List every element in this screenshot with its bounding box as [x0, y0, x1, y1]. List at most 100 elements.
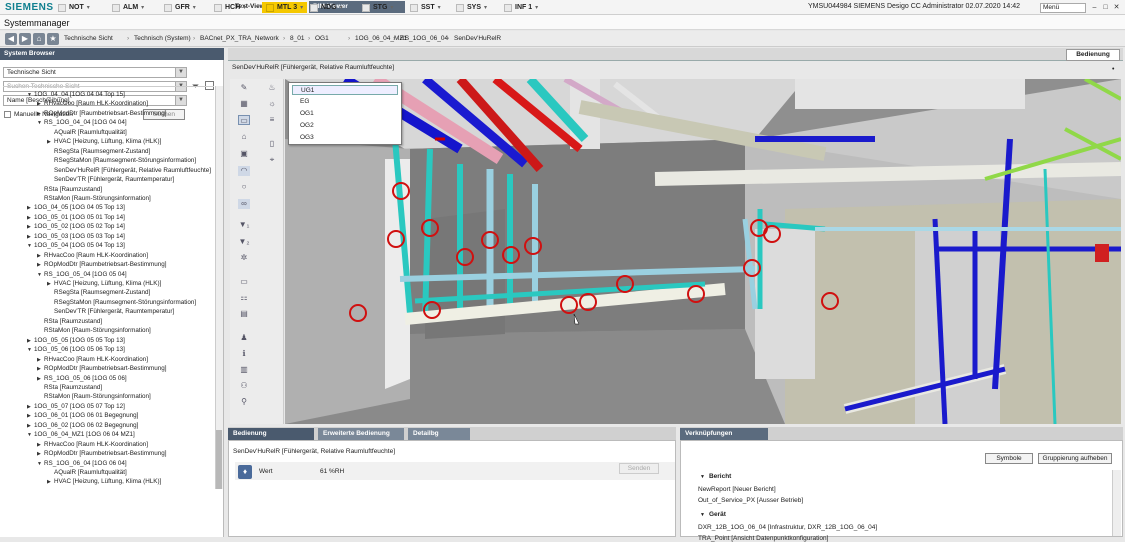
- tree-node[interactable]: ▶ 1OG_06_02 [1OG 06 02 Begegnung]: [27, 422, 138, 430]
- ungroup-button[interactable]: Gruppierung aufheben: [1038, 453, 1112, 464]
- tree-node[interactable]: ▼ RS_1OG_05_04 [1OG 05 04]: [37, 271, 127, 279]
- tab-bedienung[interactable]: Bedienung: [228, 428, 314, 440]
- rectangle-select-icon[interactable]: ▭: [238, 115, 250, 125]
- tab-bedienung-right[interactable]: Bedienung: [1066, 49, 1120, 61]
- tree-node[interactable]: RStaMon [Raum-Störungsinformation]: [37, 393, 151, 401]
- tree-node[interactable]: ▶ ROpModDtr [Raumbetriebsart-Bestimmung]: [37, 365, 166, 373]
- filter-two-icon[interactable]: ▼₂: [238, 237, 250, 247]
- send-button[interactable]: Senden: [619, 463, 659, 474]
- tree-node[interactable]: ▶ RS_1OG_05_06 [1OG 05 06]: [37, 375, 127, 383]
- links-item[interactable]: Out_of_Service_PX [Ausser Betrieb]: [698, 497, 803, 504]
- tree-node[interactable]: RSegSta [Raumsegment-Zustand]: [47, 289, 150, 297]
- breadcrumb-item[interactable]: SenDev'HuRelR: [454, 35, 501, 42]
- breadcrumb-item[interactable]: OG1: [315, 35, 329, 42]
- tree-scrollbar[interactable]: [215, 86, 223, 489]
- collapsed-triangle-icon[interactable]: ▶: [37, 110, 44, 118]
- maximize-icon[interactable]: □: [1101, 3, 1110, 12]
- alarm-8[interactable]: SYS ▾: [456, 2, 487, 13]
- tree-node[interactable]: SenDev'HuRelR [Fühlergerät, Relative Rau…: [47, 167, 211, 175]
- collapsed-triangle-icon[interactable]: ▶: [27, 214, 34, 222]
- tree-node[interactable]: ▶ 1OG_05_01 [1OG 05 01 Top 14]: [27, 214, 125, 222]
- floor-option[interactable]: OG3: [292, 133, 398, 143]
- tree-node[interactable]: AQualR [Raumluftqualität]: [47, 469, 127, 477]
- collapsed-triangle-icon[interactable]: ▶: [37, 252, 44, 260]
- floor-option[interactable]: EG: [292, 97, 398, 107]
- collapsed-triangle-icon[interactable]: ▶: [27, 422, 34, 430]
- alarm-2[interactable]: GFR ▾: [164, 2, 196, 13]
- hierarchy-icon[interactable]: ⚲: [238, 397, 250, 407]
- tree-node[interactable]: ▶ RHvacCoo [Raum HLK-Koordination]: [37, 252, 148, 260]
- location-pin-icon[interactable]: ⌖: [266, 155, 278, 165]
- view-select[interactable]: Technische Sicht ▼: [3, 67, 187, 78]
- close-icon[interactable]: ✕: [1112, 3, 1121, 12]
- tree-node[interactable]: ▶ ROpModDtr [Raumbetriebsart-Bestimmung]: [37, 450, 166, 458]
- filter-one-icon[interactable]: ▼₁: [238, 220, 250, 230]
- expanded-triangle-icon[interactable]: ▼: [27, 346, 34, 354]
- breadcrumb-item[interactable]: Technische Sicht: [64, 35, 113, 42]
- floor-option[interactable]: UG1: [292, 85, 398, 95]
- tree-node[interactable]: RSta [Raumzustand]: [37, 186, 102, 194]
- tree-node[interactable]: ▼ 1OG_04_04 [1OG 04 04 Top 15]: [27, 91, 125, 99]
- breadcrumb-item[interactable]: 8_01: [290, 35, 304, 42]
- house-icon[interactable]: ⌂: [238, 132, 250, 142]
- alarm-7[interactable]: SST ▾: [410, 2, 441, 13]
- alarm-0[interactable]: NOT ▾: [58, 2, 90, 13]
- bulb-icon[interactable]: ☼: [266, 99, 278, 109]
- alarm-4[interactable]: MTL 3 ▾: [262, 2, 308, 13]
- collapsed-triangle-icon[interactable]: ▶: [37, 450, 44, 458]
- tree-node[interactable]: ▶ 1OG_05_07 [1OG 05 07 Top 12]: [27, 403, 125, 411]
- tree-node[interactable]: RStaMon [Raum-Störungsinformation]: [37, 327, 151, 335]
- tree-node[interactable]: ▶ RHvacCoo [Raum HLK-Koordination]: [37, 100, 148, 108]
- lamp-icon[interactable]: ♨: [266, 83, 278, 93]
- collapsed-triangle-icon[interactable]: ▶: [37, 100, 44, 108]
- tree-node[interactable]: ▶ 1OG_06_01 [1OG 06 01 Begegnung]: [27, 412, 138, 420]
- tree-node[interactable]: ▶ HVAC [Heizung, Lüftung, Klima (HLK)]: [47, 138, 161, 146]
- floor-option[interactable]: OG1: [292, 109, 398, 119]
- expanded-triangle-icon[interactable]: ▼: [27, 242, 34, 250]
- collapsed-triangle-icon[interactable]: ▶: [37, 375, 44, 383]
- tree-node[interactable]: ▶ 1OG_05_05 [1OG 05 05 Top 13]: [27, 337, 125, 345]
- grid-icon[interactable]: ▦: [238, 99, 250, 109]
- collapsed-triangle-icon[interactable]: ▶: [27, 412, 34, 420]
- links-group-header[interactable]: ▼ Bericht: [700, 473, 731, 480]
- table-icon[interactable]: ▥: [238, 365, 250, 375]
- link-icon[interactable]: ∞: [238, 199, 250, 209]
- layers-icon[interactable]: ≡: [266, 115, 278, 125]
- collapsed-triangle-icon[interactable]: ▶: [47, 478, 54, 486]
- page-icon[interactable]: ▯: [266, 139, 278, 149]
- links-item[interactable]: NewReport [Neuer Bericht]: [698, 486, 776, 493]
- tree-node[interactable]: RSegSta [Raumsegment-Zustand]: [47, 148, 150, 156]
- tree-node[interactable]: ▶ 1OG_04_05 [1OG 04 05 Top 13]: [27, 204, 125, 212]
- tab-erweiterte-bedienung[interactable]: Erweiterte Bedienung: [318, 428, 404, 440]
- expanded-triangle-icon[interactable]: ▼: [27, 91, 34, 99]
- links-group-header[interactable]: ▼ Gerät: [700, 511, 726, 518]
- tree-scrollbar-thumb[interactable]: [216, 430, 222, 489]
- tree-structure-icon[interactable]: ⚏: [238, 293, 250, 303]
- tree-node[interactable]: ▶ ROpModDtr [Raumbetriebsart-Bestimmung]: [37, 110, 166, 118]
- back-icon[interactable]: ◀: [5, 33, 17, 45]
- tree-node[interactable]: RSta [Raumzustand]: [37, 384, 102, 392]
- document-icon[interactable]: ▤: [238, 309, 250, 319]
- expanded-triangle-icon[interactable]: ▼: [700, 512, 705, 518]
- tree-node[interactable]: RSta [Raumzustand]: [37, 318, 102, 326]
- expanded-triangle-icon[interactable]: ▼: [700, 474, 705, 480]
- forward-icon[interactable]: ▶: [19, 33, 31, 45]
- alarm-1[interactable]: ALM ▾: [112, 2, 144, 13]
- floor-option[interactable]: OG2: [292, 121, 398, 131]
- collapsed-triangle-icon[interactable]: ▶: [27, 204, 34, 212]
- tree-node[interactable]: ▶ HVAC [Heizung, Lüftung, Klima (HLK)]: [47, 478, 161, 486]
- collapsed-triangle-icon[interactable]: ▶: [27, 337, 34, 345]
- collapsed-triangle-icon[interactable]: ▶: [47, 280, 54, 288]
- collapsed-triangle-icon[interactable]: ▶: [37, 365, 44, 373]
- tree-node[interactable]: ▼ 1OG_06_04_MZ1 [1OG 06 04 MZ1]: [27, 431, 135, 439]
- minimize-icon[interactable]: –: [1090, 3, 1099, 12]
- network-icon[interactable]: ⚇: [238, 381, 250, 391]
- menu-dropdown[interactable]: Menü: [1040, 3, 1086, 13]
- breadcrumb-item[interactable]: BACnet_PX_TRA_Network: [200, 35, 279, 42]
- links-item[interactable]: TRA_Point [Ansicht Datenpunktkonfigurati…: [698, 535, 828, 542]
- collapsed-triangle-icon[interactable]: ▶: [47, 138, 54, 146]
- tree-node[interactable]: ▶ RHvacCoo [Raum HLK-Koordination]: [37, 356, 148, 364]
- home-icon[interactable]: ⌂: [33, 33, 45, 45]
- tree-node[interactable]: RSegStaMon [Raumsegment-Störungsinformat…: [47, 157, 196, 165]
- expanded-triangle-icon[interactable]: ▼: [27, 431, 34, 439]
